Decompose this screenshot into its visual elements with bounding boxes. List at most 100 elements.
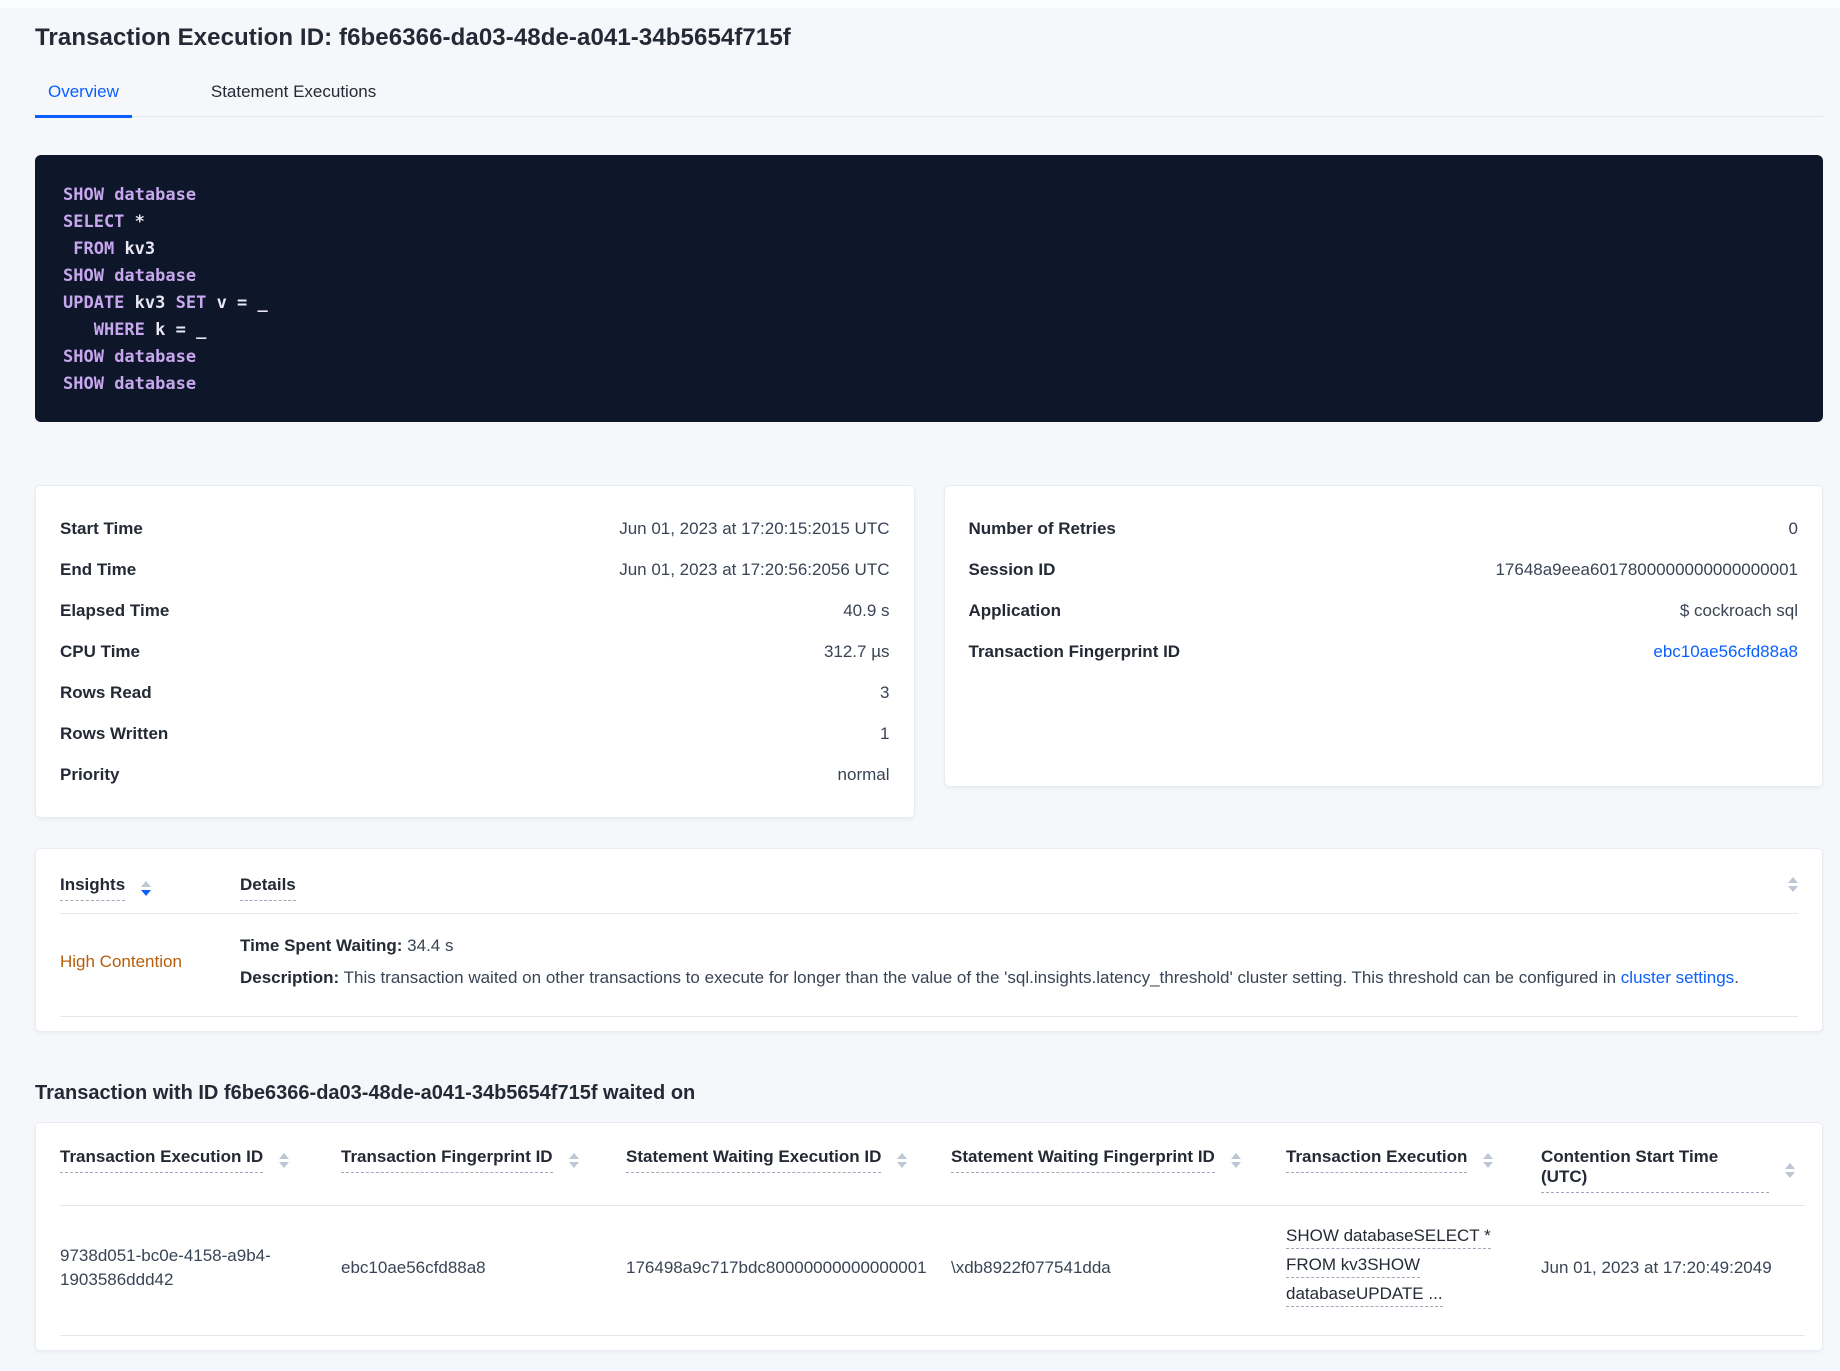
summary-row-cpu-time: CPU Time 312.7 µs [60,631,890,672]
sql-line: SELECT * [63,209,1795,236]
sql-token: * [134,212,145,232]
sql-token: SHOW [63,266,115,286]
summary-label: Session ID [968,560,1056,579]
summary-row-priority: Priority normal [60,754,890,795]
sql-line: WHERE k = _ [63,317,1795,344]
column-header-label: Transaction Execution [1286,1147,1468,1173]
sql-line: SHOW database [63,344,1795,371]
summary-value: 312.7 µs [823,642,890,661]
summary-value: Jun 01, 2023 at 17:20:56:2056 UTC [619,560,890,579]
column-header-label: Transaction Fingerprint ID [341,1147,553,1173]
waited-on-table-card: Transaction Execution ID Transaction Fing… [35,1122,1823,1351]
column-header-contention-start-time-utc[interactable]: Contention Start Time (UTC) [1541,1123,1805,1206]
summary-value: normal [837,765,890,784]
sql-line: SHOW database [63,182,1795,209]
summary-value: 1 [880,724,890,743]
transaction-execution-preview[interactable]: SHOW databaseSELECT * [1286,1224,1491,1249]
sql-token: k = _ [155,320,207,340]
transaction-execution-preview[interactable]: databaseUPDATE ... [1286,1282,1443,1307]
column-header-label: Statement Waiting Fingerprint ID [951,1147,1215,1173]
cell-statement-waiting-fingerprint-id: \xdb8922f077541dda [951,1205,1286,1336]
sql-token: database [114,347,197,367]
summary-row-start-time: Start Time Jun 01, 2023 at 17:20:15:2015 … [60,508,890,549]
cell-contention-start-time: Jun 01, 2023 at 17:20:49:2049 [1541,1205,1805,1336]
cluster-settings-link[interactable]: cluster settings [1621,968,1734,987]
insight-type-label: High Contention [60,951,182,971]
sql-token: SHOW [63,185,115,205]
summary-value: Jun 01, 2023 at 17:20:15:2015 UTC [619,519,890,538]
summary-label: Number of Retries [968,519,1116,538]
time-spent-waiting: Time Spent Waiting: 34.4 s [240,936,454,955]
sort-icon[interactable] [1788,875,1798,892]
summary-row-elapsed-time: Elapsed Time 40.9 s [60,590,890,631]
insight-row: High Contention Time Spent Waiting: 34.4… [60,914,1798,1017]
summary-row-application: Application $ cockroach sql [969,590,1799,631]
sql-statements-box: SHOW database SELECT * FROM kv3 SHOW datab… [35,155,1823,422]
sql-token: database [114,266,197,286]
summary-row-transaction-fingerprint-id: Transaction Fingerprint ID ebc10ae56cfd88… [969,631,1799,672]
cell-transaction-execution[interactable]: SHOW databaseSELECT * FROM kv3SHOW databas… [1286,1205,1541,1336]
waited-on-heading: Transaction with ID f6be6366-da03-48de-a… [35,1082,696,1104]
waited-on-table: Transaction Execution ID Transaction Fing… [60,1123,1805,1336]
sort-icon [568,1152,579,1168]
insights-card: Insights Details High Contention Time Sp… [35,848,1823,1032]
sql-line: SHOW database [63,371,1795,398]
cell-transaction-fingerprint-id: ebc10ae56cfd88a8 [341,1205,626,1336]
time-spent-waiting-label: Time Spent Waiting: [240,936,403,955]
summary-row-end-time: End Time Jun 01, 2023 at 17:20:56:2056 UT… [60,549,890,590]
column-header-label: Transaction Execution ID [60,1147,264,1173]
execution-stats-card: Start Time Jun 01, 2023 at 17:20:15:2015 … [35,485,915,818]
sql-token: UPDATE [63,293,135,313]
column-header-transaction-execution[interactable]: Transaction Execution [1286,1123,1541,1206]
summary-row-rows-written: Rows Written 1 [60,713,890,754]
sql-token: SHOW [63,347,115,367]
insights-column-header[interactable]: Insights [60,875,152,901]
column-header-statement-waiting-execution-id[interactable]: Statement Waiting Execution ID [626,1123,951,1206]
sort-icon [1785,1162,1795,1178]
tab-overview[interactable]: Overview [35,82,132,118]
summary-label: Priority [60,765,120,784]
summary-label: Start Time [60,519,143,538]
insights-table-header: Insights Details [60,849,1798,914]
column-header-label: Statement Waiting Execution ID [626,1147,882,1173]
summary-value: 40.9 s [843,601,890,620]
cell-statement-waiting-execution-id: 176498a9c717bdc80000000000000001 [626,1205,951,1336]
sql-token: database [114,374,197,394]
column-header-statement-waiting-fingerprint-id[interactable]: Statement Waiting Fingerprint ID [951,1123,1286,1206]
sql-token: v = _ [216,293,268,313]
transaction-fingerprint-link[interactable]: ebc10ae56cfd88a8 [1653,640,1798,663]
sort-icon [1483,1152,1494,1168]
summary-label: CPU Time [60,642,140,661]
summary-cards-row: Start Time Jun 01, 2023 at 17:20:15:2015 … [35,485,1823,818]
sort-icon [141,880,152,896]
sort-icon [1230,1152,1241,1168]
transaction-execution-preview[interactable]: FROM kv3SHOW [1286,1253,1421,1278]
details-column-label: Details [240,875,296,901]
details-column-header[interactable]: Details [240,875,296,901]
summary-label: Rows Read [60,683,152,702]
summary-row-number-of-retries: Number of Retries 0 [969,508,1799,549]
insight-description: Description: This transaction waited on … [240,968,1739,987]
top-strip [0,0,1840,8]
sql-token: SET [175,293,217,313]
sort-icon [279,1152,290,1168]
summary-value: 3 [880,683,890,702]
sql-token: kv3 [124,239,156,259]
summary-value: $ cockroach sql [1679,601,1798,620]
sql-token: SHOW [63,374,115,394]
insights-column-label: Insights [60,875,126,901]
transaction-details-page: Transaction Execution ID: f6be6366-da03-… [0,24,1840,1371]
column-header-transaction-fingerprint-id[interactable]: Transaction Fingerprint ID [341,1123,626,1206]
summary-value: 17648a9eea6017800000000000000001 [1495,560,1798,579]
column-header-transaction-execution-id[interactable]: Transaction Execution ID [60,1123,341,1206]
tab-bar: Overview Statement Executions [35,82,1823,118]
summary-label: End Time [60,560,137,579]
summary-label: Transaction Fingerprint ID [968,642,1181,661]
waited-on-header-row: Transaction Execution ID Transaction Fing… [60,1123,1805,1206]
summary-row-rows-read: Rows Read 3 [60,672,890,713]
tab-statement-executions[interactable]: Statement Executions [198,82,389,118]
summary-label: Rows Written [60,724,169,743]
summary-row-session-id: Session ID 17648a9eea60178000000000000000… [969,549,1799,590]
sort-icon [897,1152,908,1168]
